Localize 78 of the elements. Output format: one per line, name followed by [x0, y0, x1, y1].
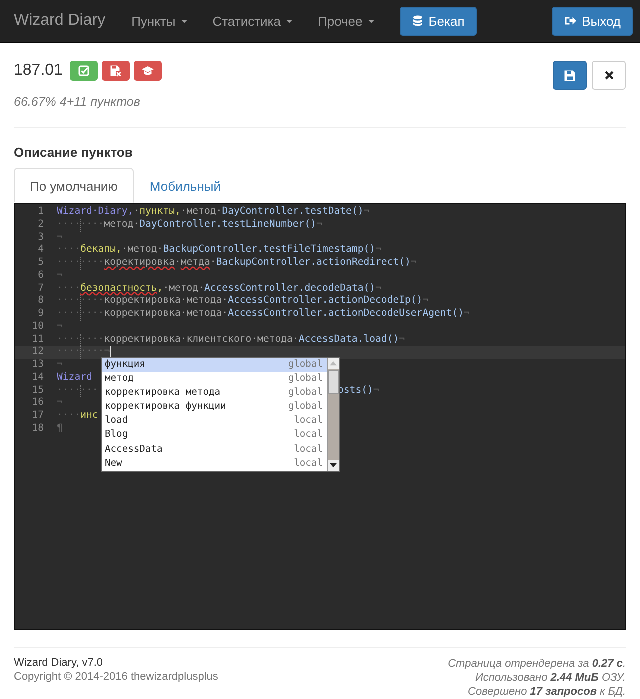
- scroll-up-icon: [328, 358, 339, 369]
- line-number: 2: [37, 218, 45, 232]
- code-line: ¬: [57, 320, 63, 334]
- line-number: 15: [31, 384, 45, 398]
- close-icon: [604, 70, 614, 81]
- line-number: 1: [37, 206, 45, 219]
- completion-item[interactable]: AccessData local: [102, 442, 327, 457]
- copyright-text: Copyright © 2014-2016 thewizardplusplus: [14, 671, 218, 683]
- code-line: ····бекапы,·метод·BackupController.testFileTimestamp()¬: [57, 244, 382, 258]
- code-line: ········коректировка·метда·BackupController.actionRedirect()¬: [57, 257, 417, 270]
- checkbox-icon: [78, 65, 90, 77]
- tab[interactable]: Мобильный: [134, 168, 237, 203]
- code-line: ¬: [57, 359, 63, 372]
- app-version: Wizard Diary, v7.0: [14, 657, 104, 669]
- nav-menu[interactable]: Прочее: [318, 14, 376, 28]
- graduation-cap-icon: [142, 65, 154, 77]
- completion-item[interactable]: load local: [102, 414, 327, 428]
- code-line: ·······: [57, 384, 98, 398]
- line-number: 10: [31, 320, 45, 334]
- completion-item[interactable]: корректировка метода global: [102, 386, 327, 400]
- nav-menu[interactable]: Пункты: [132, 14, 189, 28]
- render-stat: Совершено 17 запросов к БД.: [467, 685, 626, 699]
- code-line: ¬: [57, 232, 63, 244]
- action-button[interactable]: [134, 61, 162, 81]
- line-number: 8: [37, 295, 45, 308]
- completion-item[interactable]: метод global: [102, 372, 327, 386]
- line-number: 9: [37, 308, 45, 321]
- code-line: ········корректировка·метода·AccessController.actionDecodeIp()¬: [57, 295, 429, 308]
- line-number: 18: [31, 423, 45, 436]
- completion-item[interactable]: функция global: [102, 358, 327, 372]
- render-stat: Страница отрендерена за 0.27 с.: [448, 657, 626, 671]
- code-line: ····инс: [57, 410, 98, 424]
- completion-item[interactable]: New local: [102, 456, 327, 471]
- code-line: ¬: [57, 397, 63, 410]
- line-number: 5: [37, 257, 45, 270]
- code-line: Wizard·Diary,·пункты,·метод·DayController.testDate()¬: [57, 206, 370, 219]
- misspelled-word: метда: [180, 257, 210, 270]
- scroll-thumb[interactable]: [328, 370, 339, 394]
- line-number: 7: [37, 282, 45, 296]
- line-number: 13: [31, 359, 45, 372]
- scroll-down-icon: [328, 460, 339, 471]
- misspelled-word: безопастность: [80, 282, 158, 296]
- action-button[interactable]: [70, 61, 98, 81]
- code-line: ····безопастность,·метод·AccessController.decodeData()¬: [57, 282, 382, 296]
- line-number: 11: [31, 334, 45, 346]
- completion-item[interactable]: Blog local: [102, 428, 327, 443]
- action-button[interactable]: [102, 61, 130, 81]
- entry-title: 187.01: [14, 62, 63, 80]
- scrollbar[interactable]: [327, 358, 339, 471]
- line-number: 3: [37, 232, 45, 244]
- completion-item[interactable]: корректировка функции global: [102, 400, 327, 414]
- line-number: 4: [37, 244, 45, 258]
- nav-menu[interactable]: Статистика: [212, 14, 294, 28]
- line-number: 16: [31, 397, 45, 410]
- entry-summary: 66.67% 4+11 пунктов: [14, 95, 142, 109]
- code-editor[interactable]: [14, 203, 626, 630]
- code-line: ¶: [57, 423, 63, 436]
- logout-button[interactable]: Выход: [552, 6, 633, 36]
- backup-button[interactable]: Бекап: [400, 6, 477, 36]
- line-number: 6: [37, 270, 45, 283]
- exit-icon: [564, 15, 578, 27]
- database-icon: [412, 15, 424, 27]
- code-line: ········корректировка·метода·AccessController.actionDecodeUserAgent()¬: [57, 308, 470, 321]
- tab[interactable]: По умолчанию: [14, 168, 134, 203]
- render-stat: Использовано 2.44 МиБ ОЗУ.: [474, 671, 626, 685]
- code-line: ¬: [57, 270, 63, 283]
- close-button[interactable]: [592, 61, 626, 90]
- code-line: ········метод·DayController.testLineNumber()¬: [57, 218, 322, 232]
- line-number: 17: [31, 410, 45, 424]
- line-number: 14: [31, 372, 45, 385]
- misspelled-word: коректировка: [104, 257, 175, 270]
- floppy-icon: [564, 70, 576, 82]
- section-title: Описание пунктов: [14, 145, 134, 160]
- line-number: 12: [31, 346, 45, 360]
- brand-link[interactable]: Wizard Diary: [14, 12, 106, 30]
- code-line: Wizard: [57, 372, 92, 385]
- floppy-x-icon: [110, 65, 122, 77]
- save-button[interactable]: [553, 61, 587, 90]
